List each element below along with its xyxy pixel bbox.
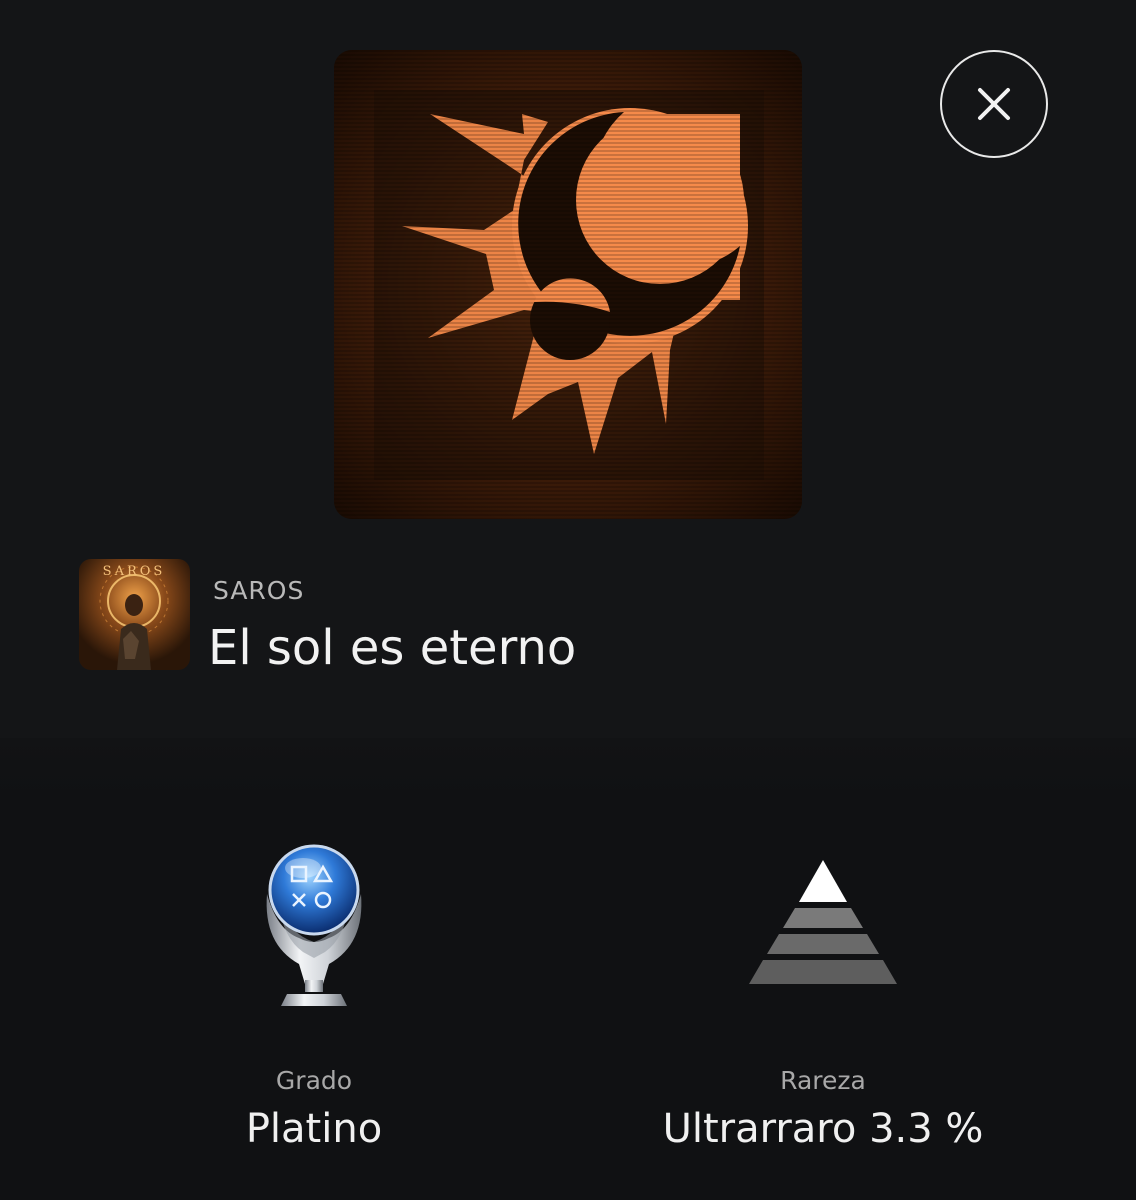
trophy-image	[334, 50, 802, 519]
rarity-stat: Rareza Ultrarraro 3.3 %	[603, 830, 1043, 1170]
game-name: SAROS	[213, 576, 305, 605]
rarity-value: Ultrarraro 3.3 %	[662, 1106, 984, 1152]
grade-label: Grado	[275, 1066, 353, 1095]
game-thumb-title: SAROS	[103, 564, 166, 579]
platinum-trophy-icon	[259, 834, 369, 1014]
grade-stat: Grado Platino	[94, 830, 534, 1170]
sun-moon-emblem-icon	[334, 50, 802, 519]
game-thumbnail: SAROS	[79, 559, 190, 670]
close-button[interactable]	[940, 50, 1048, 158]
trophy-name: El sol es eterno	[208, 620, 577, 676]
trophy-detail-page: SAROS SAROS El sol es eterno Grado Plati…	[0, 0, 1136, 1200]
close-icon	[978, 88, 1010, 120]
rarity-pyramid-icon	[745, 858, 901, 992]
grade-value: Platino	[245, 1106, 383, 1152]
trophy-header-section: SAROS SAROS El sol es eterno	[0, 0, 1136, 738]
rarity-label: Rareza	[780, 1066, 866, 1095]
